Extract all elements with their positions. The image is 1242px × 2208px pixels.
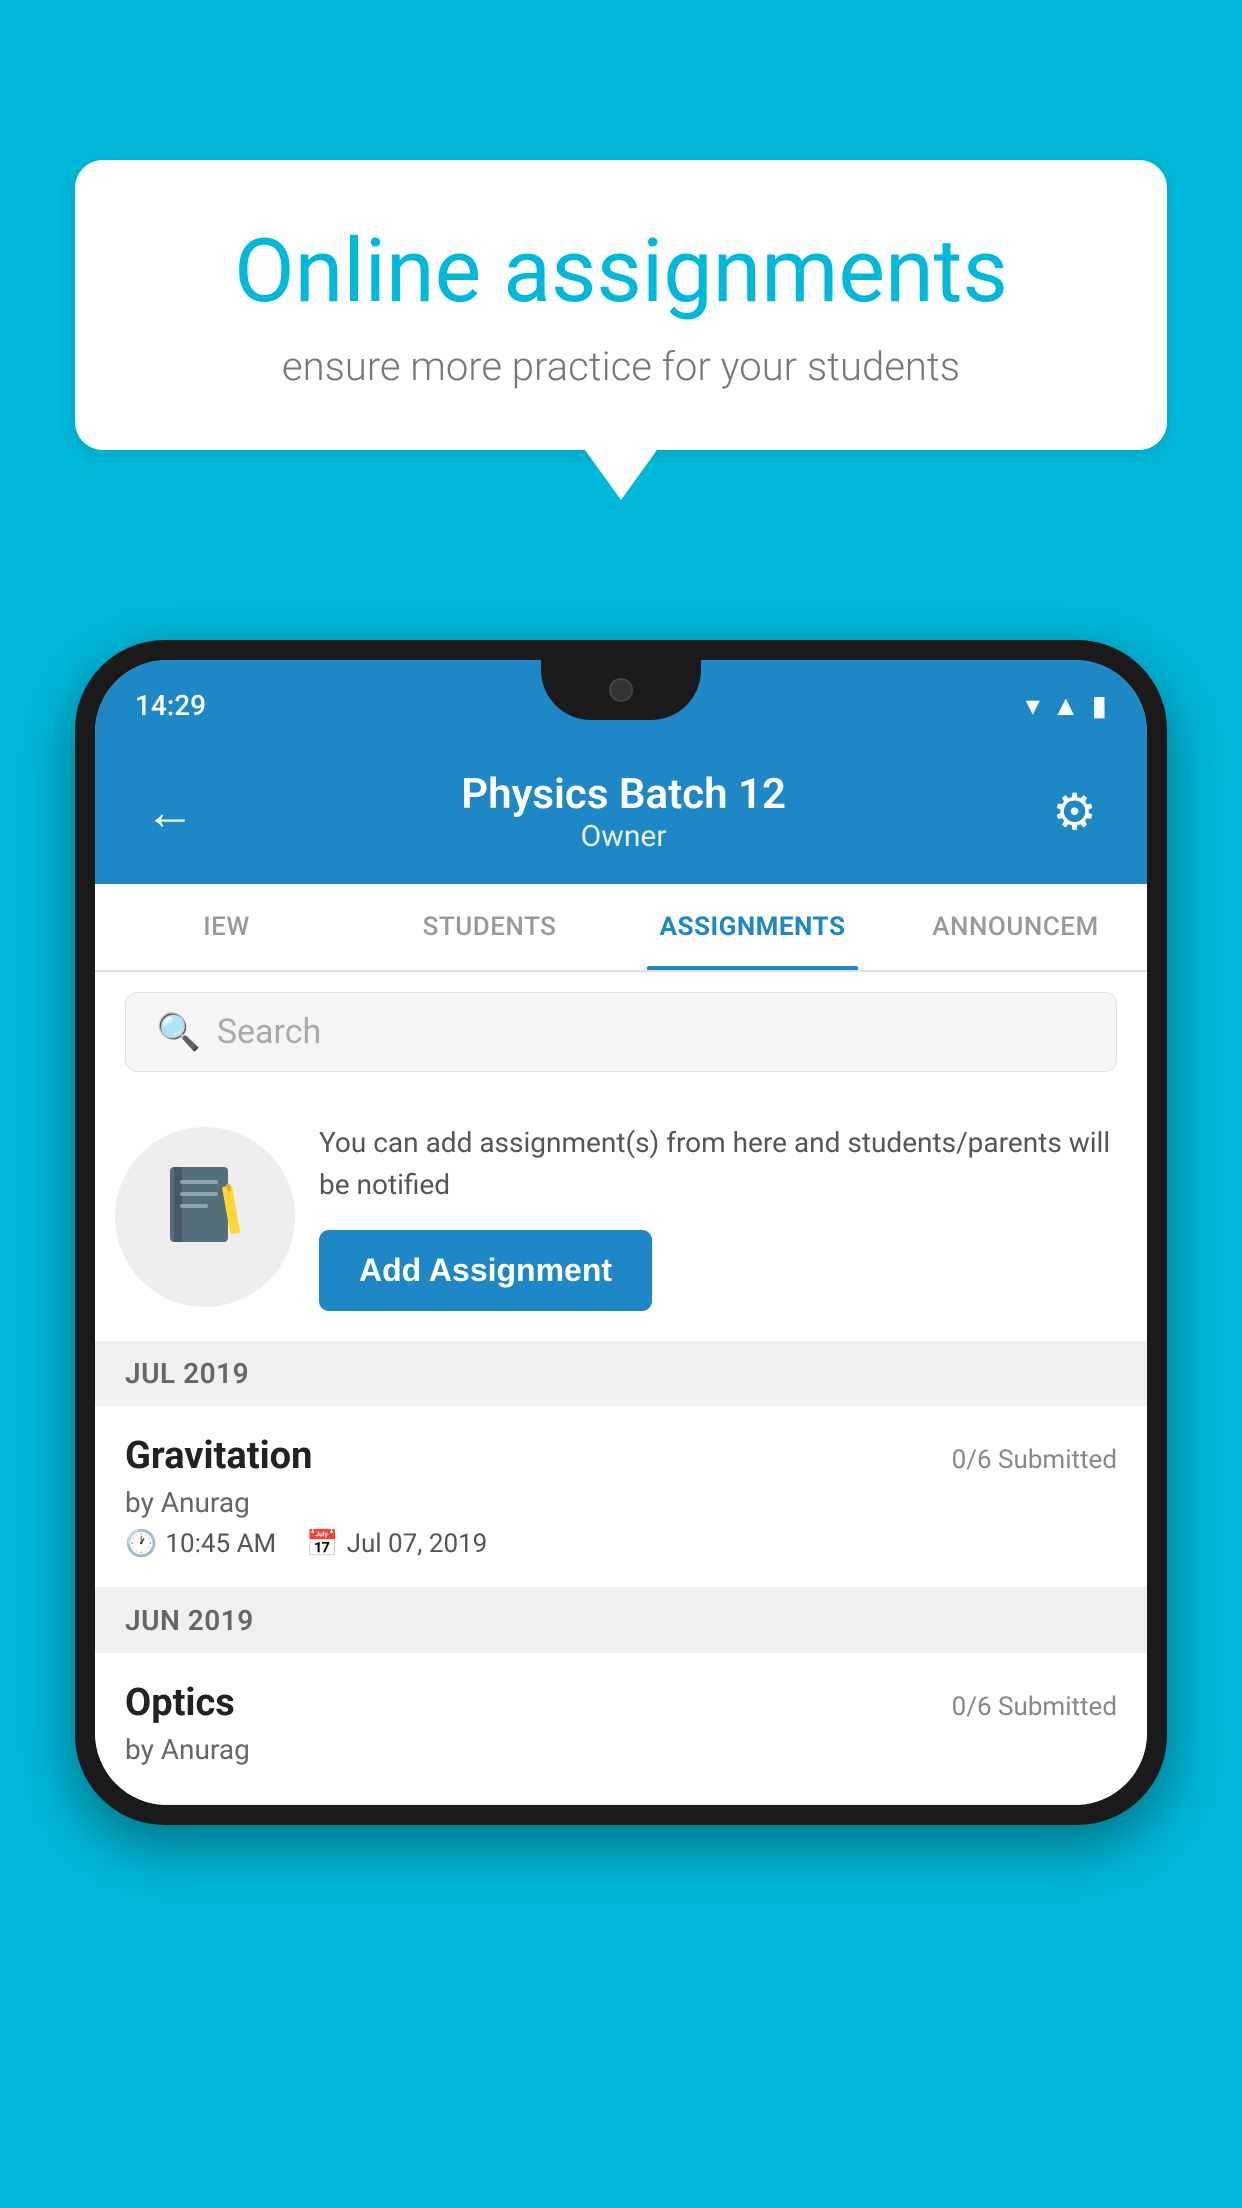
- tab-iew[interactable]: IEW: [95, 884, 358, 970]
- header-subtitle: Owner: [461, 819, 786, 854]
- assignment-by: by Anurag: [125, 1486, 1117, 1519]
- assignment-item-optics[interactable]: Optics 0/6 Submitted by Anurag: [95, 1653, 1147, 1805]
- assignment-by-optics: by Anurag: [125, 1733, 1117, 1766]
- phone-notch: [541, 660, 701, 720]
- speech-bubble: Online assignments ensure more practice …: [75, 160, 1167, 450]
- assignment-time: 10:45 AM: [165, 1529, 276, 1559]
- search-icon: 🔍: [156, 1011, 201, 1053]
- back-button[interactable]: ←: [145, 783, 195, 842]
- search-placeholder: Search: [217, 1012, 321, 1052]
- phone-container: 14:29 ▾ ▲ ▮ ← Physics Batch 12 Owner ⚙: [75, 640, 1167, 2208]
- assignment-date: Jul 07, 2019: [347, 1529, 488, 1559]
- status-icons: ▾ ▲ ▮: [1026, 689, 1107, 722]
- assignment-name: Gravitation: [125, 1434, 312, 1478]
- section-jun-2019: JUN 2019: [95, 1588, 1147, 1653]
- header-title: Physics Batch 12: [461, 770, 786, 819]
- status-bar: 14:29 ▾ ▲ ▮: [95, 660, 1147, 750]
- header-center: Physics Batch 12 Owner: [461, 770, 786, 854]
- calendar-icon: 📅: [306, 1529, 338, 1559]
- app-header: ← Physics Batch 12 Owner ⚙: [95, 750, 1147, 884]
- submitted-count-optics: 0/6 Submitted: [952, 1692, 1117, 1722]
- promo-icon-circle: [115, 1127, 295, 1307]
- assignment-item-gravitation[interactable]: Gravitation 0/6 Submitted by Anurag 🕐 10…: [95, 1406, 1147, 1588]
- phone-frame: 14:29 ▾ ▲ ▮ ← Physics Batch 12 Owner ⚙: [75, 640, 1167, 1825]
- notebook-icon: [160, 1162, 250, 1272]
- speech-bubble-container: Online assignments ensure more practice …: [75, 160, 1167, 500]
- assignment-name-optics: Optics: [125, 1681, 235, 1725]
- settings-icon[interactable]: ⚙: [1052, 783, 1097, 842]
- search-container: 🔍 Search: [95, 972, 1147, 1092]
- battery-icon: ▮: [1092, 689, 1107, 722]
- camera-dot: [609, 678, 633, 702]
- promo-content: You can add assignment(s) from here and …: [319, 1122, 1117, 1311]
- clock-icon: 🕐: [125, 1529, 157, 1559]
- search-bar[interactable]: 🔍 Search: [125, 992, 1117, 1072]
- bubble-subtitle: ensure more practice for your students: [155, 343, 1087, 390]
- tabs-container: IEW STUDENTS ASSIGNMENTS ANNOUNCEM: [95, 884, 1147, 972]
- submitted-count: 0/6 Submitted: [952, 1445, 1117, 1475]
- assignment-row-top-optics: Optics 0/6 Submitted: [125, 1681, 1117, 1725]
- signal-icon: ▲: [1052, 689, 1080, 722]
- bubble-title: Online assignments: [155, 220, 1087, 323]
- time-meta: 🕐 10:45 AM: [125, 1529, 276, 1559]
- promo-card: You can add assignment(s) from here and …: [95, 1092, 1147, 1341]
- status-time: 14:29: [135, 689, 206, 722]
- tab-announcements[interactable]: ANNOUNCEM: [884, 884, 1147, 970]
- promo-description: You can add assignment(s) from here and …: [319, 1122, 1117, 1206]
- assignment-row-top: Gravitation 0/6 Submitted: [125, 1434, 1117, 1478]
- speech-bubble-arrow: [585, 450, 657, 500]
- tab-assignments[interactable]: ASSIGNMENTS: [621, 884, 884, 970]
- phone-inner: 14:29 ▾ ▲ ▮ ← Physics Batch 12 Owner ⚙: [95, 660, 1147, 1805]
- tab-students[interactable]: STUDENTS: [358, 884, 621, 970]
- add-assignment-button[interactable]: Add Assignment: [319, 1230, 652, 1311]
- assignment-meta: 🕐 10:45 AM 📅 Jul 07, 2019: [125, 1529, 1117, 1559]
- date-meta: 📅 Jul 07, 2019: [306, 1529, 487, 1559]
- section-jul-2019: JUL 2019: [95, 1341, 1147, 1406]
- wifi-icon: ▾: [1026, 689, 1040, 722]
